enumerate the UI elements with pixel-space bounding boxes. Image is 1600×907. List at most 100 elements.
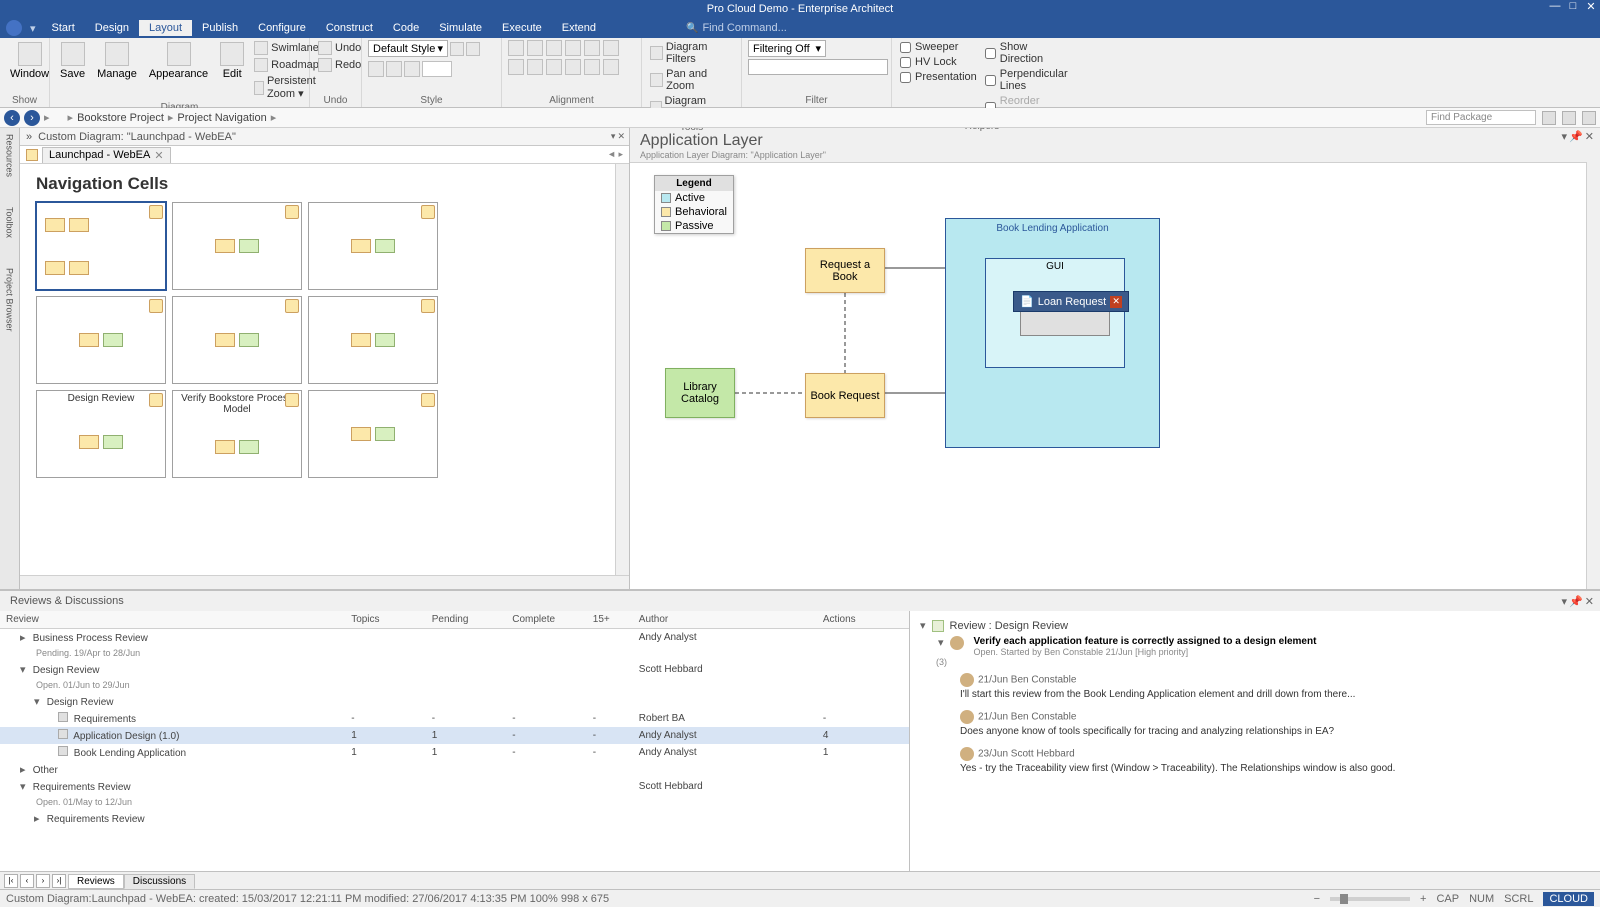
review-row[interactable]: Application Design (1.0)11--Andy Analyst… <box>0 727 909 744</box>
review-row[interactable]: Open. 01/Jun to 29/Jun <box>0 678 909 693</box>
nav-cell[interactable] <box>36 296 166 384</box>
review-row[interactable]: Open. 01/May to 12/Jun <box>0 795 909 810</box>
nav-cell[interactable] <box>36 202 166 290</box>
tab-nav-prev[interactable]: ‹ <box>20 874 34 888</box>
review-row[interactable]: Requirements----Robert BA- <box>0 710 909 727</box>
nav-cell[interactable]: Design Review <box>36 390 166 478</box>
pane-close-icon[interactable]: ✕ <box>1585 595 1594 608</box>
review-row[interactable]: Book Lending Application11--Andy Analyst… <box>0 744 909 761</box>
scrollbar-vertical[interactable] <box>1586 162 1600 589</box>
zoom-slider[interactable] <box>1330 897 1410 901</box>
manage-button[interactable]: Manage <box>93 40 141 82</box>
align-center-icon[interactable] <box>527 40 543 56</box>
loan-delete-icon[interactable]: ✕ <box>1110 296 1122 308</box>
nav-forward-button[interactable]: › <box>24 110 40 126</box>
diagram-tab[interactable]: Launchpad - WebEA ✕ <box>42 147 171 163</box>
menu-tab-start[interactable]: Start <box>42 20 85 36</box>
menu-tab-execute[interactable]: Execute <box>492 20 552 36</box>
bottom-tab-reviews[interactable]: Reviews <box>68 874 124 889</box>
sidebar-tab-project-browser[interactable]: Project Browser <box>5 268 15 332</box>
nav-back-button[interactable]: ‹ <box>4 110 20 126</box>
align-top-icon[interactable] <box>565 40 581 56</box>
close-button[interactable]: ✕ <box>1584 0 1598 14</box>
review-row[interactable]: ▸ Business Process ReviewAndy Analyst <box>0 629 909 647</box>
line-icon[interactable] <box>404 61 420 77</box>
pane-pin-icon[interactable]: 📌 <box>1569 595 1583 608</box>
node-request-a-book[interactable]: Request a Book <box>805 248 885 293</box>
hv-lock-checkbox[interactable]: HV Lock <box>898 55 979 69</box>
find-package-input[interactable]: Find Package <box>1426 110 1536 125</box>
line-width-combo[interactable] <box>422 61 452 77</box>
menu-tab-configure[interactable]: Configure <box>248 20 316 36</box>
menu-icon[interactable] <box>1582 111 1596 125</box>
tab-nav-next[interactable]: › <box>36 874 50 888</box>
show-direction-checkbox[interactable]: Show Direction <box>983 40 1070 66</box>
menu-tab-extend[interactable]: Extend <box>552 20 606 36</box>
align-middle-icon[interactable] <box>584 40 600 56</box>
nav-cell[interactable] <box>308 202 438 290</box>
review-row[interactable]: ▾ Design ReviewScott Hebbard <box>0 661 909 678</box>
style-pick-icon[interactable] <box>466 42 480 56</box>
pane-dropdown-icon[interactable]: ▾ <box>1562 595 1568 608</box>
sidebar-tab-resources[interactable]: Resources <box>5 134 15 177</box>
search-icon[interactable] <box>1542 111 1556 125</box>
node-loan-request[interactable] <box>1020 308 1110 336</box>
review-row[interactable]: Pending. 19/Apr to 28/Jun <box>0 646 909 661</box>
breadcrumb-item[interactable]: Project Navigation <box>177 112 266 124</box>
review-row[interactable]: ▸ Other <box>0 761 909 778</box>
topic-expand-icon[interactable]: ▾ <box>938 636 944 649</box>
diagram-filters-button[interactable]: Diagram Filters <box>648 40 735 66</box>
style-combo[interactable]: Default Style▾ <box>368 40 448 57</box>
nav-cell[interactable] <box>308 390 438 478</box>
style-brush-icon[interactable] <box>450 42 464 56</box>
pane-close-icon[interactable]: ✕ <box>1585 130 1594 143</box>
menu-tab-simulate[interactable]: Simulate <box>429 20 492 36</box>
fill-icon[interactable] <box>386 61 402 77</box>
size-same-icon[interactable] <box>546 59 562 75</box>
breadcrumb-item[interactable]: Bookstore Project <box>77 112 164 124</box>
review-row[interactable]: ▸ Requirements Review <box>0 810 909 827</box>
nav-cell[interactable] <box>172 202 302 290</box>
sweeper-checkbox[interactable]: Sweeper <box>898 40 979 54</box>
menu-tab-design[interactable]: Design <box>85 20 139 36</box>
discussion-expand-icon[interactable]: ▾ <box>920 619 926 632</box>
tab-nav-first[interactable]: |‹ <box>4 874 18 888</box>
size-auto-icon[interactable] <box>603 59 619 75</box>
node-book-request[interactable]: Book Request <box>805 373 885 418</box>
nav-cell[interactable] <box>172 296 302 384</box>
appearance-button[interactable]: Appearance <box>145 40 212 82</box>
edit-button[interactable]: Edit <box>216 40 248 82</box>
undo-button[interactable]: Undo <box>316 40 363 56</box>
menu-tab-code[interactable]: Code <box>383 20 429 36</box>
filter-text-input[interactable] <box>748 59 888 75</box>
maximize-button[interactable]: □ <box>1566 0 1580 14</box>
redo-button[interactable]: Redo <box>316 57 363 73</box>
menu-tab-layout[interactable]: Layout <box>139 20 192 36</box>
menu-tab-publish[interactable]: Publish <box>192 20 248 36</box>
tab-nav-last[interactable]: ›| <box>52 874 66 888</box>
nav-cell[interactable]: Verify Bookstore Process Model <box>172 390 302 478</box>
loan-request-popup[interactable]: 📄 Loan Request ✕ <box>1013 291 1129 312</box>
pane-close-icon[interactable]: ✕ <box>617 131 625 142</box>
presentation-checkbox[interactable]: Presentation <box>898 70 979 84</box>
find-command-input[interactable]: Find Command... <box>702 22 786 34</box>
align-right-icon[interactable] <box>546 40 562 56</box>
grid-icon[interactable] <box>1562 111 1576 125</box>
align-bottom-icon[interactable] <box>603 40 619 56</box>
size-w-icon[interactable] <box>565 59 581 75</box>
window-button[interactable]: Window <box>6 40 53 82</box>
space-h-icon[interactable] <box>508 59 524 75</box>
save-button[interactable]: Save <box>56 40 89 82</box>
minimize-button[interactable]: — <box>1548 0 1562 14</box>
filter-combo[interactable]: Filtering Off▾ <box>748 40 826 57</box>
scrollbar-horizontal[interactable] <box>20 575 629 589</box>
node-library-catalog[interactable]: Library Catalog <box>665 368 735 418</box>
pane-dropdown-icon[interactable]: ▾ <box>1562 130 1568 143</box>
space-v-icon[interactable] <box>527 59 543 75</box>
nav-cell[interactable] <box>308 296 438 384</box>
app-menu-dropdown[interactable]: ▾ <box>30 22 36 35</box>
bottom-tab-discussions[interactable]: Discussions <box>124 874 195 889</box>
pane-dropdown-icon[interactable]: ▾ <box>611 131 616 142</box>
size-h-icon[interactable] <box>584 59 600 75</box>
sidebar-tab-toolbox[interactable]: Toolbox <box>5 207 15 238</box>
